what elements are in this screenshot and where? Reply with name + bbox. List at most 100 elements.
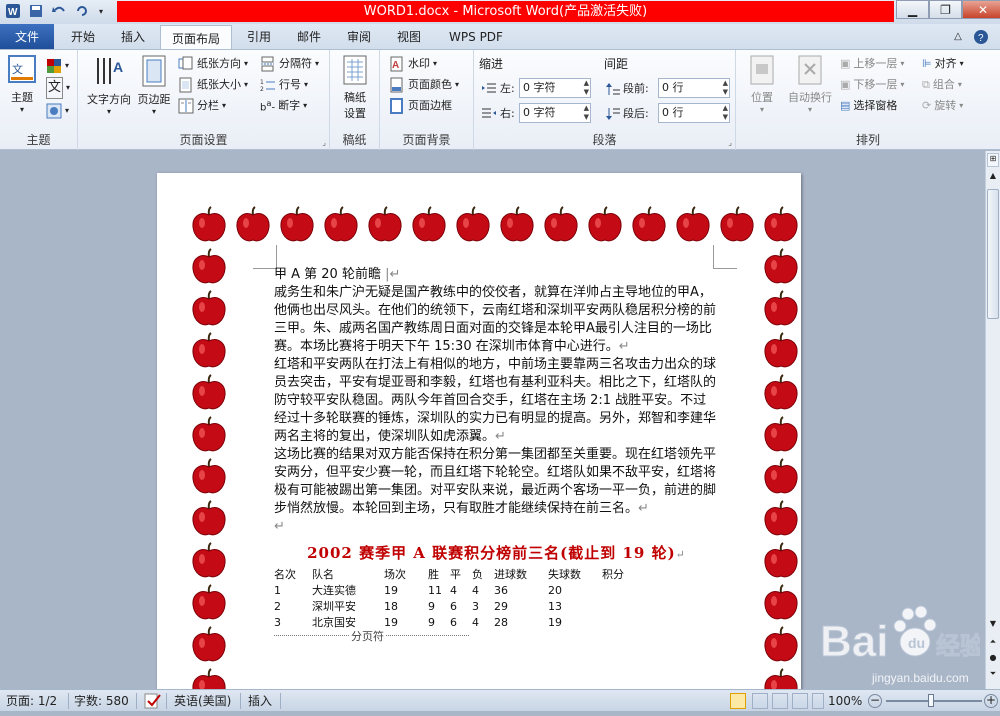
dialog-launcher-icon[interactable]: ⌟: [322, 138, 326, 147]
spacing-after-input[interactable]: 0 行 ▲ ▼: [658, 103, 730, 123]
svg-text:2: 2: [260, 86, 264, 93]
undo-icon[interactable]: [50, 2, 68, 20]
indent-right-input[interactable]: 0 字符 ▲ ▼: [519, 103, 591, 123]
size-button[interactable]: 纸张大小 ▾: [178, 75, 248, 95]
minimize-icon[interactable]: ▁: [896, 0, 929, 19]
redo-icon[interactable]: [73, 2, 91, 20]
prev-page-icon[interactable]: ⏶: [987, 637, 999, 651]
ruler-toggle-icon[interactable]: ⊞: [987, 153, 999, 167]
proofing-icon[interactable]: [144, 690, 162, 712]
tab-home[interactable]: 开始: [60, 24, 106, 50]
breaks-button[interactable]: 分隔符 ▾: [260, 54, 319, 74]
group-button[interactable]: ⧉ 组合 ▾: [922, 75, 962, 95]
position-button[interactable]: 位置 ▾: [744, 54, 780, 114]
selection-pane-button[interactable]: ▤ 选择窗格: [840, 96, 897, 116]
browse-object-icon[interactable]: ●: [987, 653, 999, 667]
zoom-in-icon[interactable]: +: [984, 694, 998, 708]
manuscript-settings-button[interactable]: 稿纸 设置: [337, 54, 373, 121]
status-words[interactable]: 字数: 580: [74, 690, 129, 712]
tab-file[interactable]: 文件: [0, 24, 54, 50]
theme-button[interactable]: 文 主题 ▾: [5, 54, 39, 114]
save-icon[interactable]: [27, 2, 45, 20]
table-cell: 13: [548, 600, 562, 613]
table-cell: 2: [274, 600, 281, 613]
theme-fonts-button[interactable]: 文 ▾: [46, 77, 70, 99]
scroll-thumb[interactable]: [987, 189, 999, 319]
zoom-slider-thumb[interactable]: [928, 694, 934, 707]
tab-view[interactable]: 视图: [386, 24, 432, 50]
tab-wps-pdf[interactable]: WPS PDF: [440, 24, 512, 50]
tab-mailings[interactable]: 邮件: [286, 24, 332, 50]
paragraph-dialog-launcher-icon[interactable]: ⌟: [728, 138, 732, 147]
watermark-icon: A: [390, 56, 403, 72]
outline-view-icon[interactable]: [792, 693, 808, 709]
indent-left-input[interactable]: 0 字符 ▲ ▼: [519, 78, 591, 98]
line-numbers-button[interactable]: 1 2 行号 ▾: [260, 75, 308, 95]
watermark-button[interactable]: A 水印 ▾: [389, 54, 437, 74]
help-icon[interactable]: ?: [970, 24, 992, 50]
customize-icon[interactable]: ▾: [96, 2, 106, 20]
table-cell: 名次: [274, 568, 296, 581]
tab-review[interactable]: 审阅: [336, 24, 382, 50]
table-cell: 9: [428, 616, 435, 629]
page[interactable]: 甲 A 第 20 轮前瞻 |↵ 戚务生和朱广沪无疑是国产教练中的佼佼者，就算在洋…: [157, 173, 801, 689]
scroll-down-icon[interactable]: ▼: [987, 619, 999, 633]
print-layout-view-icon[interactable]: [730, 693, 746, 709]
spacing-before-input[interactable]: 0 行 ▲ ▼: [658, 78, 730, 98]
theme-effects-button[interactable]: ▾: [46, 101, 69, 121]
table-cell: [602, 599, 642, 615]
columns-button[interactable]: 分栏 ▾: [178, 96, 226, 116]
web-layout-view-icon[interactable]: [772, 693, 788, 709]
hyphenation-button[interactable]: ba- 断字 ▾: [260, 96, 307, 116]
orientation-button[interactable]: 纸张方向 ▾: [178, 54, 248, 74]
vertical-scrollbar[interactable]: ⊞ ▲ ▼ ⏶ ● ⏷: [985, 151, 1000, 689]
next-page-icon[interactable]: ⏷: [987, 669, 999, 683]
svg-text:A: A: [392, 60, 399, 71]
svg-text:A: A: [113, 59, 123, 75]
table-cell: 19: [384, 616, 398, 629]
tab-insert[interactable]: 插入: [110, 24, 156, 50]
baidu-logo: Bai du 经验 jingyan.baidu.com: [820, 605, 985, 685]
apple-border-icon: [453, 205, 493, 245]
status-zoom[interactable]: 100%: [828, 690, 862, 712]
zoom-slider-track[interactable]: [886, 700, 982, 702]
table-cell: 6: [450, 616, 457, 629]
status-mode[interactable]: 插入: [248, 690, 272, 712]
maximize-icon[interactable]: ❐: [929, 0, 962, 19]
bring-forward-button[interactable]: ▣ 上移一层 ▾: [840, 54, 904, 74]
close-icon[interactable]: ✕: [962, 0, 1000, 19]
tab-layout[interactable]: 页面布局: [160, 25, 232, 51]
status-page[interactable]: 页面: 1/2: [6, 690, 57, 712]
tab-references[interactable]: 引用: [236, 24, 282, 50]
spacing-before-label: 段前:: [606, 79, 649, 99]
send-backward-button[interactable]: ▣ 下移一层 ▾: [840, 75, 904, 95]
status-language[interactable]: 英语(美国): [174, 690, 231, 712]
align-button[interactable]: ⊫ 对齐 ▾: [922, 54, 964, 74]
scroll-up-icon[interactable]: ▲: [987, 171, 999, 185]
group-page-setup: A 文字方向 ▾ 页边距 ▾ 纸张方向 ▾ 纸张大小 ▾ 分栏 ▾ 分隔符 ▾ 1 2 行号…: [78, 50, 330, 150]
margins-button[interactable]: 页边距 ▾: [135, 54, 173, 116]
draft-view-icon[interactable]: [812, 693, 824, 709]
table-cell: 失球数: [548, 568, 581, 581]
empty-paragraph: ↵: [274, 519, 285, 534]
zoom-out-icon[interactable]: −: [868, 694, 882, 708]
ribbon-collapse-icon[interactable]: △: [948, 24, 968, 50]
text-direction-button[interactable]: A 文字方向 ▾: [84, 54, 134, 116]
word-icon[interactable]: W: [4, 2, 22, 20]
document-body[interactable]: 甲 A 第 20 轮前瞻 |↵ 戚务生和朱广沪无疑是国产教练中的佼佼者，就算在洋…: [274, 266, 719, 647]
wrap-text-button[interactable]: 自动换行 ▾: [784, 54, 836, 114]
margins-icon: [142, 55, 166, 87]
apple-border-icon: [761, 625, 801, 665]
theme-colors-button[interactable]: ▾: [46, 56, 69, 76]
spacing-before-icon: [606, 83, 620, 95]
indent-label: 缩进: [479, 57, 504, 71]
page-break: 分页符: [274, 628, 469, 647]
page-color-button[interactable]: 页面颜色 ▾: [389, 75, 459, 95]
svg-text:?: ?: [978, 33, 984, 44]
page-borders-button[interactable]: 页面边框: [389, 96, 452, 116]
full-screen-view-icon[interactable]: [752, 693, 768, 709]
indent-left-label: 左:: [481, 79, 515, 99]
apple-border-icon: [541, 205, 581, 245]
svg-text:经验: 经验: [936, 632, 980, 660]
rotate-button[interactable]: ⟳ 旋转 ▾: [922, 96, 963, 116]
